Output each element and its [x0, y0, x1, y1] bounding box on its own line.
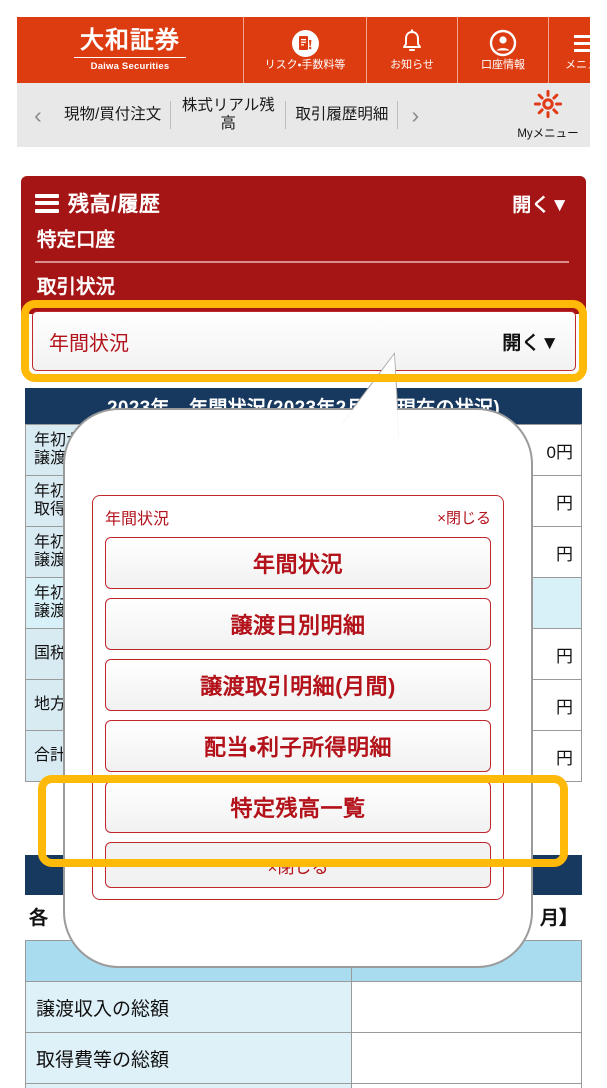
- topnav-item-notifications[interactable]: お知らせ: [366, 17, 457, 83]
- table-row: 取得費等の総額: [25, 1032, 582, 1084]
- hamburger-icon: [574, 28, 600, 58]
- modal-title: 年間状況: [105, 511, 170, 528]
- subnav-item-realtime-balance[interactable]: 株式リアル残高: [171, 97, 285, 134]
- topnav-label-risk-fees: リスク・手数料等: [264, 59, 346, 71]
- top-brand-bar: 大和証券 Daiwa Securities リスク・手数料等 お知らせ 口座情報…: [17, 17, 607, 83]
- subnav-item-spot-order[interactable]: 現物/買付注文: [55, 106, 170, 124]
- logo-text-ja: 大和証券: [74, 28, 186, 58]
- modal-option-transfer-monthly-detail[interactable]: 譲渡取引明細(月間): [105, 659, 491, 711]
- account-circle-icon: [489, 28, 517, 58]
- modal-option-specified-balance-list[interactable]: 特定残高一覧: [105, 781, 491, 833]
- divider: [35, 261, 569, 263]
- balance-history-panel: 残高/履歴 開く▼ 特定口座 取引状況: [21, 176, 586, 314]
- document-alert-icon: [291, 28, 319, 58]
- table-row: 年初からの譲渡損益: [25, 1083, 582, 1088]
- row-key: 年初からの譲渡損益: [25, 1083, 352, 1088]
- gear-icon: [533, 89, 563, 124]
- topnav-label-menu: メニュー: [565, 59, 607, 71]
- subnav-item-trade-history[interactable]: 取引履歴明細: [286, 106, 397, 124]
- row-key: 譲渡収入の総額: [25, 981, 352, 1033]
- app-root: 大和証券 Daiwa Securities リスク・手数料等 お知らせ 口座情報…: [0, 0, 607, 1088]
- modal-header: 年間状況 ×閉じる: [105, 505, 491, 529]
- chevron-right-icon[interactable]: ›: [398, 102, 432, 129]
- modal-option-dividend-interest-detail[interactable]: 配当・利子所得明細: [105, 720, 491, 772]
- daiwa-logo[interactable]: 大和証券 Daiwa Securities: [17, 17, 243, 83]
- trading-status-label: 取引状況: [37, 275, 116, 298]
- select-value: 年間状況: [49, 332, 129, 355]
- hamburger-icon: [35, 193, 59, 213]
- mymenu-label: Myメニュー: [517, 128, 579, 140]
- panel-title-row[interactable]: 残高/履歴 開く▼: [35, 188, 569, 218]
- modal-close-button[interactable]: ×閉じる: [105, 842, 491, 888]
- row-value: [351, 981, 582, 1033]
- annual-status-modal: 年間状況 ×閉じる 年間状況 譲渡日別明細 譲渡取引明細(月間) 配当・利子所得…: [92, 495, 504, 900]
- panel-title: 残高/履歴: [68, 193, 161, 216]
- modal-option-annual-status[interactable]: 年間状況: [105, 537, 491, 589]
- topnav-item-risk-fees[interactable]: リスク・手数料等: [243, 17, 366, 83]
- modal-close-link[interactable]: ×閉じる: [437, 507, 491, 528]
- bell-icon: [399, 28, 425, 58]
- annual-status-select[interactable]: 年間状況 開く▼: [32, 311, 576, 371]
- table-row: 譲渡収入の総額: [25, 981, 582, 1033]
- row-value: [351, 1083, 582, 1088]
- breadcrumb-nav: ‹ 現物/買付注文 株式リアル残高 取引履歴明細 › Myメニュー: [17, 83, 590, 147]
- row-value: [351, 1032, 582, 1084]
- topnav-item-menu[interactable]: メニュー: [548, 17, 607, 83]
- row-key: 取得費等の総額: [25, 1032, 352, 1084]
- heading-right-text: 月】: [539, 907, 578, 929]
- account-type-label: 特定口座: [37, 229, 116, 251]
- heading-left-text: 各: [29, 907, 49, 929]
- chevron-down-icon: 開く▼: [502, 332, 559, 354]
- topnav-item-account-info[interactable]: 口座情報: [457, 17, 548, 83]
- topnav-label-account-info: 口座情報: [481, 59, 525, 71]
- chevron-left-icon[interactable]: ‹: [21, 102, 55, 129]
- panel-open-toggle[interactable]: 開く▼: [512, 190, 569, 217]
- mymenu-button[interactable]: Myメニュー: [510, 89, 586, 141]
- topnav-label-notifications: お知らせ: [390, 59, 434, 71]
- modal-option-transfer-daily-detail[interactable]: 譲渡日別明細: [105, 598, 491, 650]
- logo-text-en: Daiwa Securities: [90, 60, 170, 72]
